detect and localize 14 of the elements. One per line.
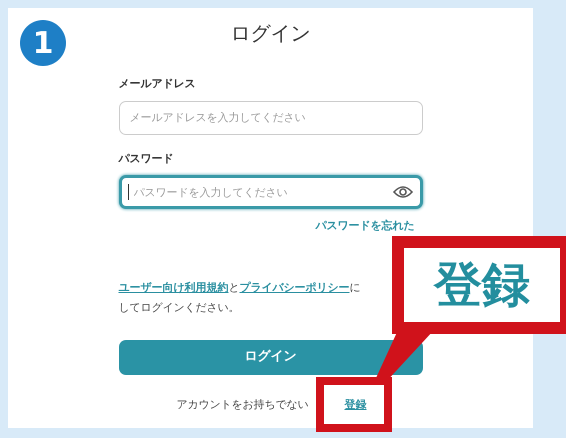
callout-text: 登録 xyxy=(434,261,530,309)
privacy-policy-link[interactable]: プライバシーポリシー xyxy=(240,280,350,294)
eye-icon[interactable] xyxy=(392,185,412,199)
step-badge: 1 xyxy=(20,20,66,66)
terms-link[interactable]: ユーザー向け利用規約 xyxy=(118,280,228,294)
login-button[interactable]: ログイン xyxy=(118,340,422,374)
password-field[interactable]: パスワードを入力してください xyxy=(118,175,422,209)
email-field[interactable]: メールアドレスを入力してください xyxy=(118,100,422,134)
field-label: メールアドレス xyxy=(118,76,196,92)
signup-link[interactable]: 登録 xyxy=(344,396,366,413)
forgot-password-link[interactable]: パスワードを忘れた xyxy=(316,218,414,234)
signup-prompt: アカウントをお持ちでない xyxy=(176,396,308,412)
field-label: パスワード xyxy=(118,150,174,166)
page-title: ログイン xyxy=(230,20,310,47)
